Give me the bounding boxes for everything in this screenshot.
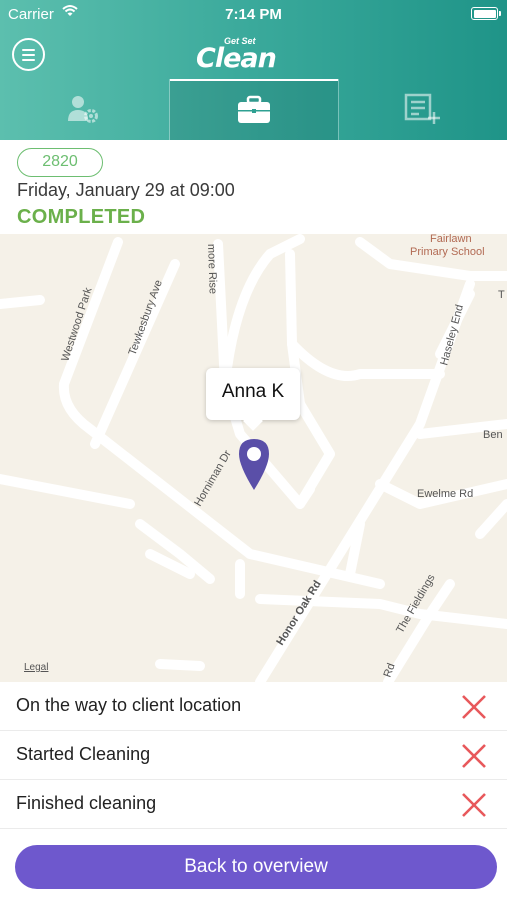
map-label-ewelme: Ewelme Rd [417,488,473,500]
map-label-fairlawn-2: Primary School [410,246,485,258]
close-x-icon[interactable] [461,694,487,720]
close-x-icon[interactable] [461,792,487,818]
map-label-fairlawn-1: Fairlawn [430,234,472,245]
tab-jobs[interactable] [170,79,338,140]
step-row-on-the-way: On the way to client location [0,682,507,731]
map-callout[interactable]: Anna K [206,368,300,420]
map-label-rise: more Rise [205,244,219,295]
briefcase-icon [238,95,270,123]
step-label: Started Cleaning [16,744,151,764]
map-label-ben: Ben [483,429,503,441]
battery-icon [471,7,501,20]
map-legal-link[interactable]: Legal [24,662,48,673]
menu-icon-line [22,54,35,56]
status-bar: Carrier 7:14 PM [0,0,507,28]
back-to-overview-button[interactable]: Back to overview [15,845,497,889]
callout-client-name: Anna K [221,381,285,402]
order-id-badge: 2820 [17,148,103,177]
map-label-t: T [498,289,505,301]
step-label: Finished cleaning [16,793,157,813]
step-label: On the way to client location [16,695,242,715]
map-label-honor-oak: Honor Oak Rd [274,579,323,648]
close-x-icon[interactable] [461,743,487,769]
menu-button[interactable] [12,38,45,71]
app-logo: Get Set Clean [196,34,277,74]
tab-new-entry[interactable] [339,79,507,140]
clock: 7:14 PM [225,6,282,23]
map-label-tewkesbury: Tewkesbury Ave [127,278,165,357]
logo-wordmark: Clean [196,43,277,74]
tab-profile-settings[interactable] [0,79,169,140]
map-pin-icon[interactable] [238,438,270,492]
document-add-icon [404,93,440,124]
menu-icon-line [22,49,35,51]
map-label-horniman: Horniman Dr [192,448,234,508]
user-gear-icon [68,96,98,123]
order-datetime: Friday, January 29 at 09:00 [17,180,235,200]
menu-icon-line [22,59,35,61]
tab-bar [0,79,507,140]
map-label-haseley: Haseley End [438,303,466,366]
order-status: COMPLETED [17,206,146,228]
step-row-started-cleaning: Started Cleaning [0,731,507,780]
app-header: Carrier 7:14 PM Get Set Clean [0,0,507,140]
step-row-finished-cleaning: Finished cleaning [0,780,507,829]
